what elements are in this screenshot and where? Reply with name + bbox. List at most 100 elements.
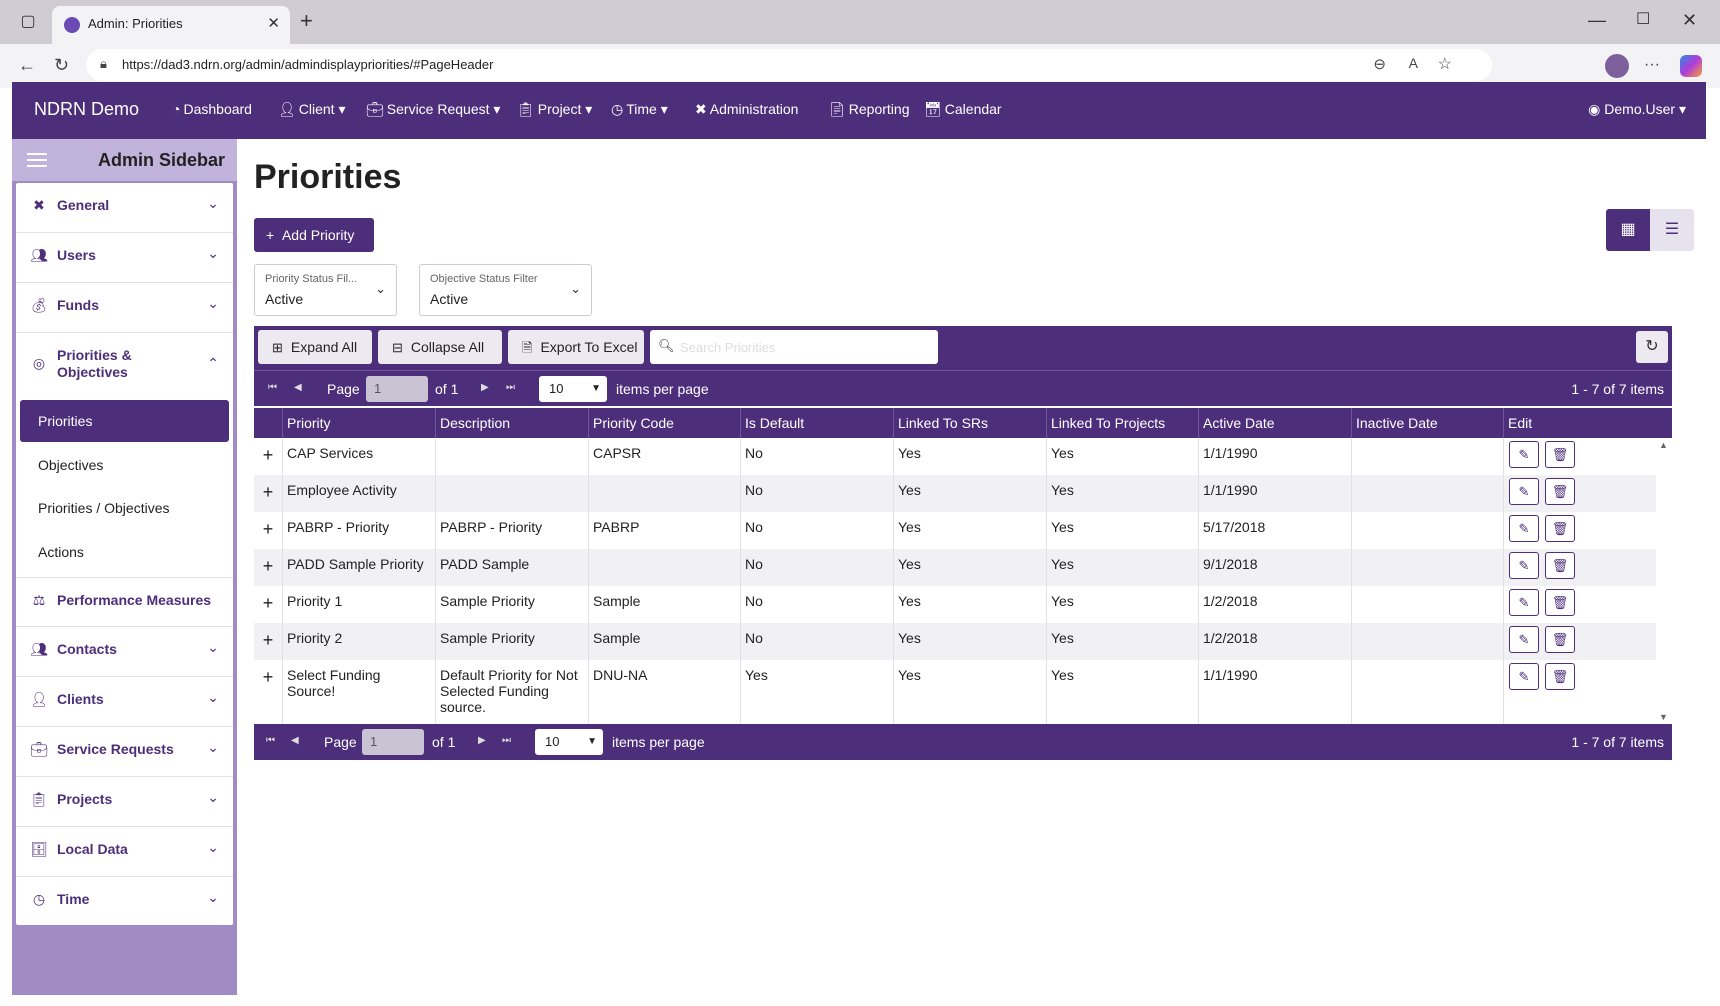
sidebar-sub-priorities[interactable]: Priorities bbox=[20, 400, 229, 442]
search-input[interactable] bbox=[680, 335, 930, 359]
nav-dashboard[interactable]: ◔ Dashboard bbox=[172, 101, 252, 117]
sidebar-sub-actions[interactable]: Actions bbox=[20, 531, 229, 573]
column-header[interactable]: Inactive Date bbox=[1351, 408, 1503, 438]
next-page-icon[interactable]: ▶ bbox=[481, 382, 489, 393]
trash-icon: 🗑︎ bbox=[1551, 484, 1569, 499]
page-input[interactable]: 1 bbox=[362, 729, 424, 755]
first-page-icon[interactable]: ⏮ bbox=[266, 735, 275, 746]
edit-button[interactable]: ✎ bbox=[1509, 552, 1539, 579]
column-header[interactable]: Active Date bbox=[1198, 408, 1351, 438]
hamburger-icon[interactable] bbox=[24, 149, 50, 171]
nav-administration[interactable]: ✖ Administration bbox=[695, 101, 798, 118]
page-size-select[interactable]: 10 ▼ bbox=[535, 729, 603, 755]
list-view-button[interactable]: ☰ bbox=[1650, 209, 1694, 251]
refresh-button[interactable]: ↻ bbox=[1636, 331, 1668, 363]
edit-button[interactable]: ✎ bbox=[1509, 663, 1539, 690]
expand-row-icon[interactable]: + bbox=[254, 549, 282, 583]
new-tab-icon[interactable]: + bbox=[300, 10, 313, 32]
edit-button[interactable]: ✎ bbox=[1509, 478, 1539, 505]
sidebar-item-funds[interactable]: 💰︎ Funds ⌄ bbox=[16, 283, 233, 333]
column-header[interactable]: Is Default bbox=[740, 408, 893, 438]
nav-reporting[interactable]: 📄︎ Reporting bbox=[828, 101, 909, 118]
url-field[interactable]: 🔒︎ https://dad3.ndrn.org/admin/admindisp… bbox=[86, 49, 1492, 81]
expand-row-icon[interactable]: + bbox=[254, 475, 282, 509]
scroll-down-icon[interactable]: ▼ bbox=[1659, 712, 1668, 722]
copilot-icon[interactable] bbox=[1680, 55, 1702, 77]
delete-button[interactable]: 🗑︎ bbox=[1545, 478, 1575, 505]
zoom-icon[interactable]: ⊖ bbox=[1373, 55, 1386, 73]
sidebar-item-time[interactable]: ◷ Time ⌄ bbox=[16, 877, 233, 925]
first-page-icon[interactable]: ⏮ bbox=[268, 382, 277, 393]
sidebar-item-contacts[interactable]: 👥︎ Contacts ⌄ bbox=[16, 627, 233, 677]
expand-all-button[interactable]: ⊞ Expand All bbox=[258, 330, 372, 364]
edit-button[interactable]: ✎ bbox=[1509, 441, 1539, 468]
export-excel-button[interactable]: 🗎 Export To Excel bbox=[508, 330, 644, 364]
sidebar-item-clients[interactable]: 👤︎ Clients ⌄ bbox=[16, 677, 233, 727]
sidebar-item-projects[interactable]: 📋︎ Projects ⌄ bbox=[16, 777, 233, 827]
url-text[interactable]: https://dad3.ndrn.org/admin/admindisplay… bbox=[122, 57, 493, 72]
nav-calendar[interactable]: 📅︎ Calendar bbox=[924, 101, 1002, 118]
page-size-select[interactable]: 10 ▼ bbox=[539, 376, 607, 402]
sidebar-sub-priorities-objectives[interactable]: Priorities / Objectives bbox=[20, 487, 229, 529]
brand-logo[interactable]: NDRN Demo bbox=[34, 99, 139, 120]
grid-view-button[interactable]: ▦ bbox=[1606, 209, 1650, 251]
edit-button[interactable]: ✎ bbox=[1509, 589, 1539, 616]
browser-tab[interactable]: Admin: Priorities ✕ bbox=[52, 6, 290, 44]
sidebar-sub-objectives[interactable]: Objectives bbox=[20, 444, 229, 486]
sidebar-item-priorities-objectives[interactable]: ◎ Priorities & Objectives ⌃ bbox=[16, 333, 233, 401]
delete-button[interactable]: 🗑︎ bbox=[1545, 515, 1575, 542]
priority-status-filter[interactable]: Priority Status Fil... Active ⌄ bbox=[254, 264, 397, 316]
column-header[interactable]: Priority Code bbox=[588, 408, 740, 438]
sidebar-toggle-icon[interactable]: ▢ bbox=[18, 12, 38, 32]
delete-button[interactable]: 🗑︎ bbox=[1545, 589, 1575, 616]
last-page-icon[interactable]: ⏭ bbox=[506, 382, 515, 393]
nav-time[interactable]: ◷ Time ▾ bbox=[611, 101, 668, 118]
sidebar-item-users[interactable]: 👥︎ Users ⌄ bbox=[16, 233, 233, 283]
objective-status-filter[interactable]: Objective Status Filter Active ⌄ bbox=[419, 264, 592, 316]
profile-avatar[interactable] bbox=[1605, 54, 1629, 78]
user-menu[interactable]: ◉ Demo.User ▾ bbox=[1588, 101, 1686, 118]
nav-client[interactable]: 👤︎ Client ▾ bbox=[278, 101, 346, 118]
page-input[interactable]: 1 bbox=[366, 376, 428, 402]
back-icon[interactable]: ← bbox=[18, 55, 36, 75]
add-priority-button[interactable]: + Add Priority bbox=[254, 218, 374, 252]
column-header[interactable]: Description bbox=[435, 408, 588, 438]
favorite-star-icon[interactable]: ☆ bbox=[1438, 54, 1452, 74]
reload-icon[interactable]: ↻ bbox=[54, 55, 69, 75]
sidebar-item-service-requests[interactable]: 💼︎ Service Requests ⌄ bbox=[16, 727, 233, 777]
prev-page-icon[interactable]: ◀ bbox=[291, 735, 299, 746]
expand-row-icon[interactable]: + bbox=[254, 623, 282, 657]
column-header[interactable]: Priority bbox=[282, 408, 435, 438]
window-close-icon[interactable]: ✕ bbox=[1682, 10, 1697, 30]
expand-row-icon[interactable]: + bbox=[254, 512, 282, 546]
delete-button[interactable]: 🗑︎ bbox=[1545, 552, 1575, 579]
delete-button[interactable]: 🗑︎ bbox=[1545, 441, 1575, 468]
column-header[interactable]: Linked To SRs bbox=[893, 408, 1046, 438]
expand-row-icon[interactable]: + bbox=[254, 660, 282, 694]
cell-is-default: No bbox=[740, 586, 893, 623]
maximize-icon[interactable]: ☐ bbox=[1636, 10, 1650, 30]
last-page-icon[interactable]: ⏭ bbox=[502, 735, 511, 746]
nav-service-request[interactable]: 💼︎ Service Request ▾ bbox=[366, 101, 500, 118]
vertical-scrollbar[interactable]: ▲ ▼ bbox=[1656, 438, 1672, 724]
collapse-all-button[interactable]: ⊟ Collapse All bbox=[378, 330, 502, 364]
edit-button[interactable]: ✎ bbox=[1509, 626, 1539, 653]
minimize-icon[interactable]: — bbox=[1588, 10, 1606, 30]
close-tab-icon[interactable]: ✕ bbox=[267, 14, 280, 32]
sidebar-item-general[interactable]: ✖ General ⌄ bbox=[16, 183, 233, 233]
next-page-icon[interactable]: ▶ bbox=[478, 735, 486, 746]
delete-button[interactable]: 🗑︎ bbox=[1545, 663, 1575, 690]
prev-page-icon[interactable]: ◀ bbox=[294, 382, 302, 393]
read-aloud-icon[interactable]: A bbox=[1409, 55, 1418, 71]
more-options-icon[interactable]: ··· bbox=[1644, 55, 1660, 75]
edit-button[interactable]: ✎ bbox=[1509, 515, 1539, 542]
delete-button[interactable]: 🗑︎ bbox=[1545, 626, 1575, 653]
scroll-up-icon[interactable]: ▲ bbox=[1659, 440, 1668, 450]
expand-row-icon[interactable]: + bbox=[254, 438, 282, 472]
expand-row-icon[interactable]: + bbox=[254, 586, 282, 620]
search-box[interactable]: 🔍︎ bbox=[650, 330, 938, 364]
nav-project[interactable]: 📋︎ Project ▾ bbox=[517, 101, 592, 118]
sidebar-item-local-data[interactable]: 🗄︎ Local Data ⌄ bbox=[16, 827, 233, 877]
column-header[interactable]: Linked To Projects bbox=[1046, 408, 1198, 438]
sidebar-item-performance-measures[interactable]: ⚖ Performance Measures bbox=[16, 577, 233, 627]
